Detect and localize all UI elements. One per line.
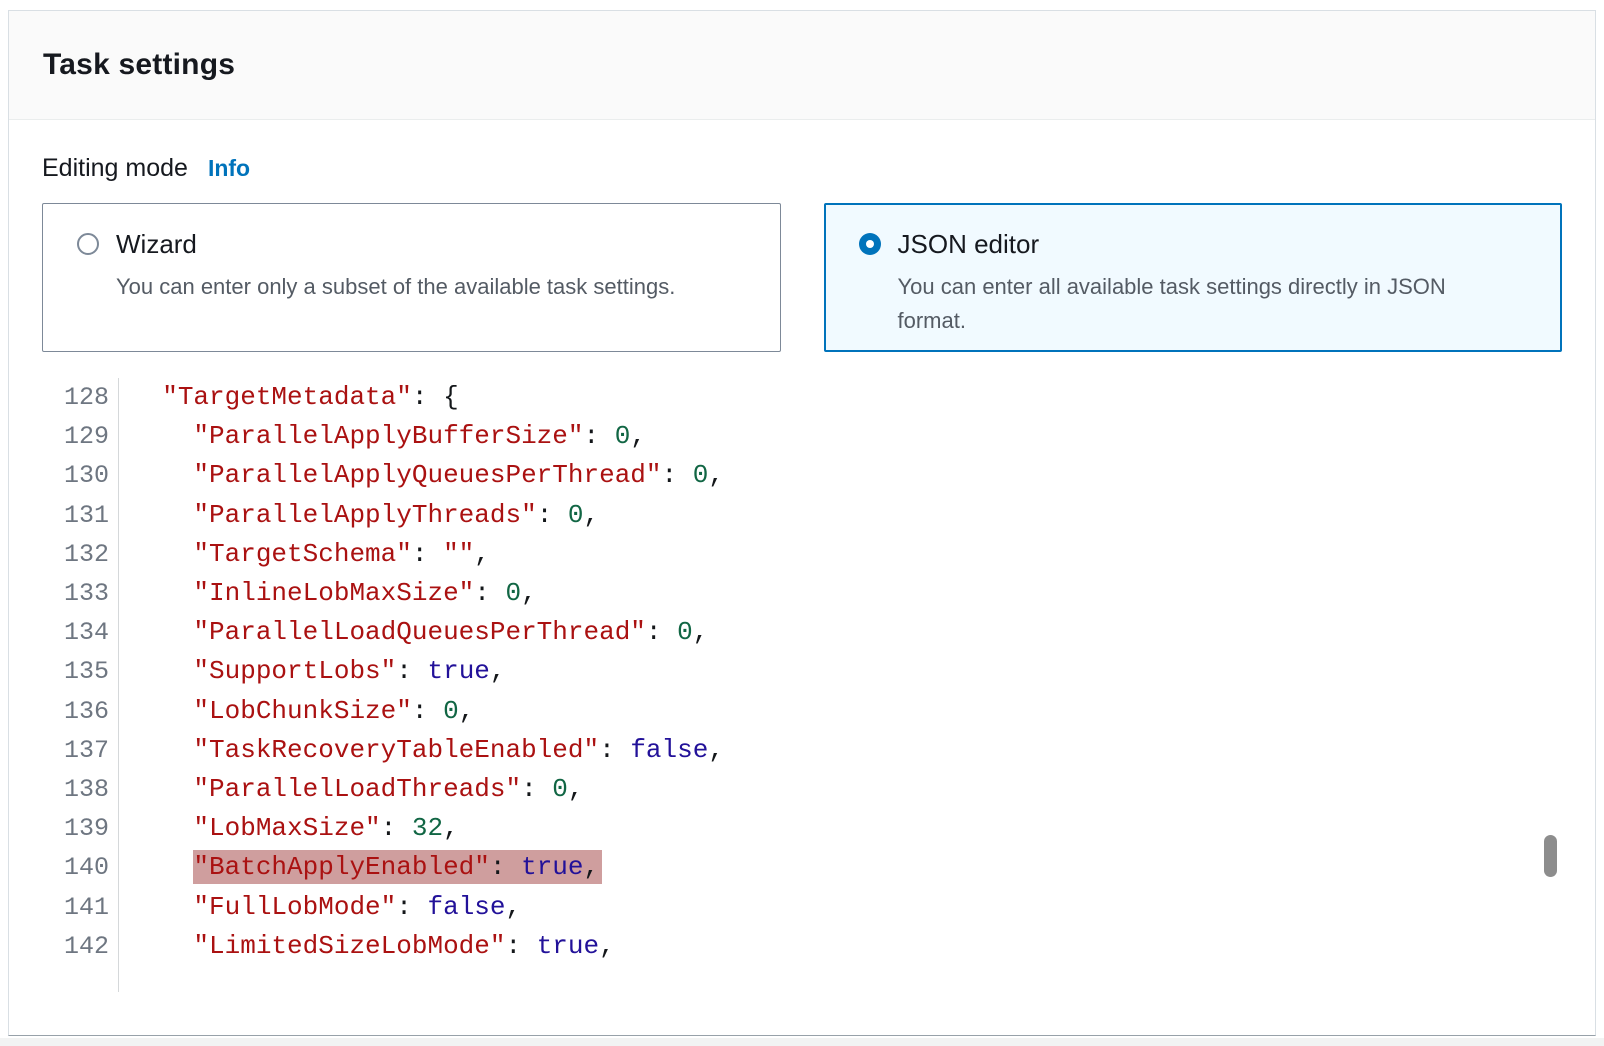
code-line[interactable]: "LobMaxSize": 32, — [131, 809, 724, 848]
line-number: 129 — [42, 417, 109, 456]
info-link[interactable]: Info — [208, 155, 250, 182]
line-number: 131 — [42, 496, 109, 535]
code-line[interactable]: "TargetMetadata": { — [131, 378, 724, 417]
code-line[interactable]: "ParallelApplyQueuesPerThread": 0, — [131, 456, 724, 495]
line-number: 138 — [42, 770, 109, 809]
json-editor-tile[interactable]: JSON editor You can enter all available … — [824, 203, 1563, 352]
code-line[interactable]: "InlineLobMaxSize": 0, — [131, 574, 724, 613]
line-number: 142 — [42, 927, 109, 966]
wizard-radio[interactable] — [77, 233, 99, 255]
wizard-label: Wizard — [116, 229, 675, 259]
wizard-tile[interactable]: Wizard You can enter only a subset of th… — [42, 203, 781, 352]
code-line[interactable]: "FullLobMode": false, — [131, 888, 724, 927]
line-number: 133 — [42, 574, 109, 613]
line-number: 132 — [42, 535, 109, 574]
code-line[interactable]: "ParallelLoadQueuesPerThread": 0, — [131, 613, 724, 652]
code-line[interactable]: "LobChunkSize": 0, — [131, 692, 724, 731]
json-editor-description: You can enter all available task setting… — [898, 270, 1498, 338]
json-editor-label: JSON editor — [898, 229, 1498, 259]
line-number: 134 — [42, 613, 109, 652]
json-editor-radio[interactable] — [859, 233, 881, 255]
line-number: 135 — [42, 652, 109, 691]
code-lines[interactable]: "TargetMetadata": { "ParallelApplyBuffer… — [119, 378, 724, 992]
json-code-editor[interactable]: 1281291301311321331341351361371381391401… — [42, 378, 1562, 992]
line-number: 141 — [42, 888, 109, 927]
card-header: Task settings — [9, 11, 1595, 120]
line-number: 130 — [42, 456, 109, 495]
code-line[interactable]: "ParallelApplyThreads": 0, — [131, 496, 724, 535]
editing-mode-label: Editing mode — [42, 154, 188, 183]
editing-mode-tiles: Wizard You can enter only a subset of th… — [42, 203, 1562, 352]
page-title: Task settings — [43, 48, 235, 82]
card-body: Editing mode Info Wizard You can enter o… — [9, 120, 1595, 992]
code-line[interactable]: "TaskRecoveryTableEnabled": false, — [131, 731, 724, 770]
code-line[interactable]: "LimitedSizeLobMode": true, — [131, 927, 724, 966]
highlighted-code: "BatchApplyEnabled": true, — [193, 850, 602, 884]
editing-mode-row: Editing mode Info — [42, 154, 1562, 183]
code-line[interactable]: "ParallelLoadThreads": 0, — [131, 770, 724, 809]
line-number: 140 — [42, 848, 109, 887]
page-bottom-strip — [0, 1038, 1604, 1046]
line-number: 136 — [42, 692, 109, 731]
code-line[interactable]: "BatchApplyEnabled": true, — [131, 848, 724, 887]
gutter: 1281291301311321331341351361371381391401… — [42, 378, 119, 992]
code-line[interactable]: "SupportLobs": true, — [131, 652, 724, 691]
line-number: 137 — [42, 731, 109, 770]
line-number: 139 — [42, 809, 109, 848]
line-number: 128 — [42, 378, 109, 417]
wizard-description: You can enter only a subset of the avail… — [116, 270, 675, 304]
task-settings-card: Task settings Editing mode Info Wizard Y… — [8, 10, 1596, 1036]
vertical-scrollbar-thumb[interactable] — [1544, 835, 1557, 877]
code-line[interactable]: "TargetSchema": "", — [131, 535, 724, 574]
code-line[interactable]: "ParallelApplyBufferSize": 0, — [131, 417, 724, 456]
